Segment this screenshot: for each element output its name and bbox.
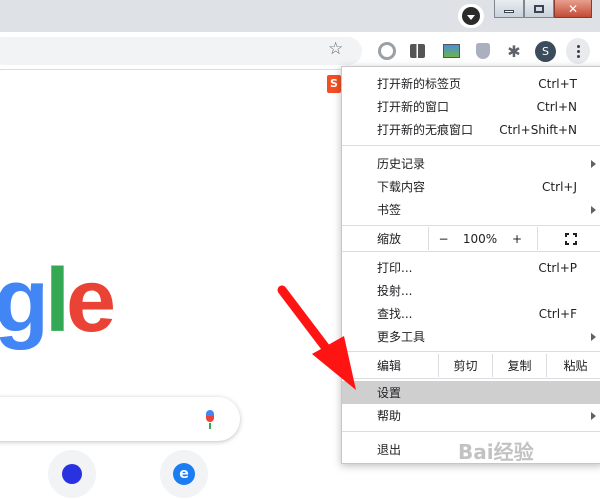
menu-item-new-incognito[interactable]: 打开新的无痕窗口 Ctrl+Shift+N [342, 118, 600, 141]
menu-item-bookmarks[interactable]: 书签 [342, 198, 600, 221]
bookmark-star-icon[interactable]: ☆ [328, 39, 343, 59]
chevron-right-icon [591, 332, 596, 341]
logo-letter-g: g [0, 251, 49, 351]
chrome-menu: 打开新的标签页 Ctrl+T 打开新的窗口 Ctrl+N 打开新的无痕窗口 Ct… [341, 66, 600, 464]
menu-separator [342, 431, 600, 432]
menu-item-more-tools[interactable]: 更多工具 [342, 325, 600, 348]
close-button[interactable]: ✕ [554, 0, 592, 18]
menu-item-label: 缩放 [377, 232, 402, 246]
menu-item-label: 打开新的无痕窗口 [377, 123, 474, 137]
menu-item-label: 帮助 [377, 409, 402, 423]
menu-item-label: 历史记录 [377, 157, 426, 171]
paw-icon [62, 464, 82, 484]
menu-item-find[interactable]: 查找... Ctrl+F [342, 302, 600, 325]
menu-item-new-window[interactable]: 打开新的窗口 Ctrl+N [342, 95, 600, 118]
profile-avatar[interactable]: S [535, 41, 556, 62]
zoom-level: 100% [462, 231, 498, 246]
menu-item-label: 打开新的窗口 [377, 100, 450, 114]
google-logo: gle [0, 256, 116, 346]
menu-separator [342, 351, 600, 352]
menu-item-new-tab[interactable]: 打开新的标签页 Ctrl+T [342, 72, 600, 95]
paste-button[interactable]: 粘贴 [546, 354, 600, 377]
menu-item-shortcut: Ctrl+F [538, 306, 577, 321]
chevron-down-icon [462, 7, 480, 25]
menu-separator [342, 145, 600, 146]
logo-letter-e: e [66, 251, 116, 351]
extension-ring-icon[interactable] [376, 40, 398, 62]
extension-grid-icon[interactable] [406, 40, 428, 62]
menu-item-label: 设置 [377, 386, 402, 400]
fullscreen-icon [565, 232, 577, 245]
zoom-in-button[interactable]: + [502, 227, 532, 250]
menu-item-label: 退出 [377, 443, 402, 457]
menu-item-label: 更多工具 [377, 330, 426, 344]
shortcut-tile-baidu[interactable] [48, 450, 96, 498]
ie-icon: e [173, 463, 195, 485]
menu-item-label: 下载内容 [377, 180, 426, 194]
menu-item-label: 打开新的标签页 [377, 77, 462, 91]
menu-item-label: 投射... [377, 284, 413, 298]
menu-item-downloads[interactable]: 下载内容 Ctrl+J [342, 175, 600, 198]
title-bar: ✕ [0, 0, 600, 32]
menu-item-help[interactable]: 帮助 [342, 404, 600, 427]
zoom-out-button[interactable]: − [428, 227, 458, 250]
menu-item-zoom: 缩放 − 100% + [342, 227, 600, 250]
extensions-puzzle-icon[interactable]: ✱ [503, 40, 525, 62]
shortcut-tile-ie[interactable]: e [160, 450, 208, 498]
watermark: Bai经验 [458, 440, 534, 464]
browser-toolbar: ☆ ✱ S [0, 32, 600, 70]
menu-item-print[interactable]: 打印... Ctrl+P [342, 256, 600, 279]
menu-item-shortcut: Ctrl+N [536, 99, 577, 114]
menu-item-history[interactable]: 历史记录 [342, 152, 600, 175]
chevron-right-icon [591, 205, 596, 214]
browser-window: ✕ ☆ ✱ S S gle e 打开新的标签页 Ctrl+T 打开新的窗口 Ct… [0, 0, 600, 500]
menu-kebab-icon[interactable] [566, 38, 590, 64]
extension-shield-icon[interactable] [472, 40, 494, 62]
minimize-button[interactable] [494, 0, 524, 18]
menu-separator [342, 378, 600, 379]
window-controls: ✕ [494, 0, 592, 18]
chevron-right-icon [591, 159, 596, 168]
close-icon: ✕ [567, 1, 579, 16]
logo-letter-l: l [44, 251, 70, 351]
menu-item-shortcut: Ctrl+T [538, 76, 577, 91]
microphone-icon[interactable] [203, 410, 217, 430]
menu-item-label: 编辑 [377, 359, 402, 373]
chevron-right-icon [591, 411, 596, 420]
cut-button[interactable]: 剪切 [438, 354, 492, 377]
menu-item-shortcut: Ctrl+Shift+N [499, 122, 577, 137]
menu-item-settings[interactable]: 设置 [342, 381, 600, 404]
tab-search-button[interactable] [458, 4, 484, 28]
address-bar[interactable]: ☆ [0, 37, 362, 65]
maximize-icon [534, 4, 544, 13]
menu-item-shortcut: Ctrl+P [538, 260, 577, 275]
extension-image-icon[interactable] [440, 40, 462, 62]
fullscreen-button[interactable] [537, 227, 600, 250]
menu-item-label: 书签 [377, 203, 402, 217]
copy-button[interactable]: 复制 [492, 354, 546, 377]
menu-item-label: 查找... [377, 307, 413, 321]
menu-separator [342, 251, 600, 252]
menu-item-edit: 编辑 剪切 复制 粘贴 [342, 354, 600, 377]
menu-item-cast[interactable]: 投射... [342, 279, 600, 302]
menu-item-shortcut: Ctrl+J [542, 179, 577, 194]
menu-separator [342, 225, 600, 226]
minimize-icon [504, 10, 514, 13]
shortcut-favicon[interactable]: S [327, 75, 341, 93]
maximize-button[interactable] [524, 0, 554, 18]
menu-item-label: 打印... [377, 261, 413, 275]
